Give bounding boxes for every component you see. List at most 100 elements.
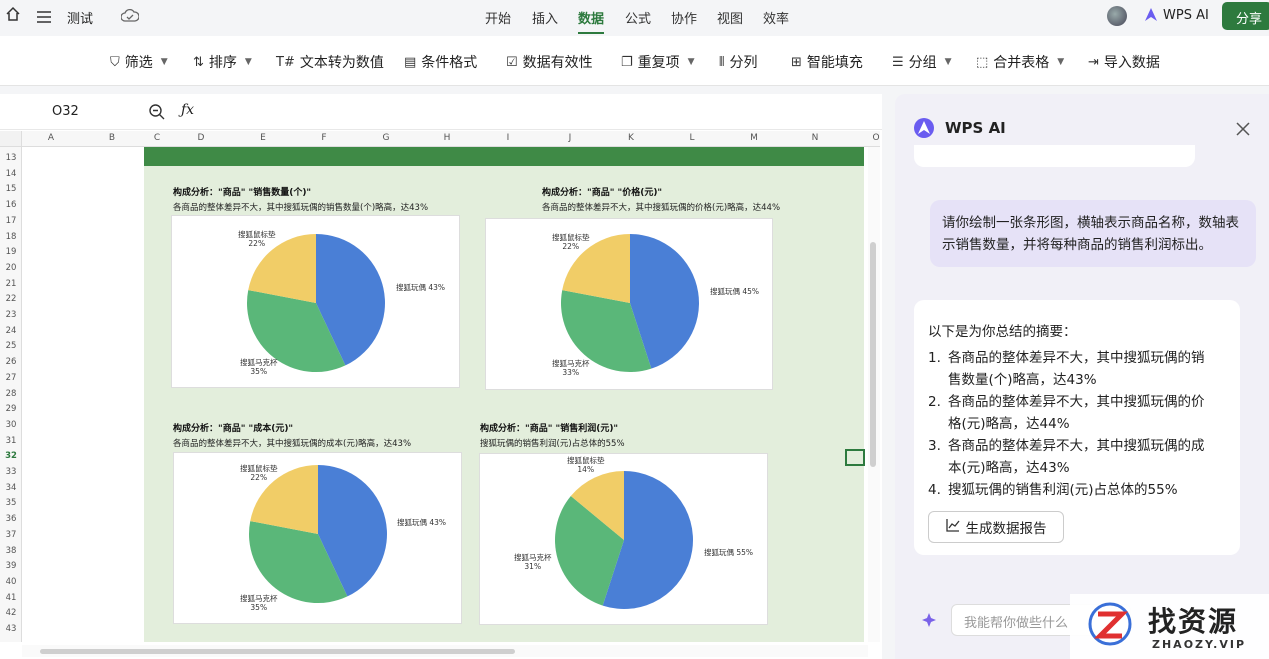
row-header-cell[interactable]: 35	[0, 498, 22, 508]
home-icon[interactable]	[5, 6, 21, 22]
share-button[interactable]: 分享	[1222, 2, 1269, 30]
slice-label-name: 搜狐玩偶 45%	[710, 287, 760, 296]
row-header-cell[interactable]: 30	[0, 420, 22, 430]
slice-label: 搜狐马克杯 33%	[552, 359, 590, 377]
slice-label-name: 搜狐马克杯	[240, 594, 278, 603]
cloud-sync-icon[interactable]	[120, 8, 140, 22]
row-header-cell[interactable]: 18	[0, 232, 22, 242]
column-header-cell[interactable]: K	[625, 133, 637, 143]
row-header-cell[interactable]: 15	[0, 184, 22, 194]
smart-fill-button[interactable]: ⊞ 智能填充	[791, 52, 863, 72]
conditional-format-button[interactable]: ▤ 条件格式	[404, 52, 477, 72]
column-header-cell[interactable]: D	[195, 133, 207, 143]
slice-label-name: 搜狐玩偶 43%	[397, 518, 447, 527]
row-header-cell[interactable]: 39	[0, 561, 22, 571]
summary-item-text: 各商品的整体差异不大，其中搜狐玩偶的销	[948, 350, 1205, 366]
column-header-cell[interactable]: E	[257, 133, 269, 143]
slice-label: 搜狐玩偶 45%	[710, 287, 759, 296]
row-header-cell[interactable]: 14	[0, 169, 22, 179]
column-header-cell[interactable]: A	[45, 133, 57, 143]
column-header-cell[interactable]: O	[870, 133, 882, 143]
horizontal-scrollbar[interactable]	[22, 645, 868, 657]
corner-cell[interactable]	[0, 131, 22, 147]
row-header-cell[interactable]: 33	[0, 467, 22, 477]
summary-item-number: 3.	[928, 438, 941, 454]
column-header-cell[interactable]: G	[380, 133, 392, 143]
menu-tab[interactable]: 开始	[485, 8, 511, 27]
group-button[interactable]: ☰ 分组 ▼	[892, 52, 952, 72]
row-header-cell[interactable]: 24	[0, 326, 22, 336]
row-header-cell[interactable]: 38	[0, 546, 22, 556]
vertical-scrollbar[interactable]	[868, 147, 880, 642]
pie-chart-card[interactable]	[173, 452, 462, 624]
import-data-button[interactable]: ⇥ 导入数据	[1088, 52, 1160, 72]
group-icon: ☰	[892, 54, 904, 70]
chart-subtitle: 搜狐玩偶的销售利润(元)占总体的55%	[480, 439, 625, 449]
column-header-cell[interactable]: N	[809, 133, 821, 143]
menu-icon[interactable]	[37, 8, 51, 23]
row-header-cell[interactable]: 23	[0, 310, 22, 320]
row-header-cell[interactable]: 25	[0, 341, 22, 351]
split-column-button[interactable]: ⫴ 分列	[719, 52, 757, 72]
row-header-cell[interactable]: 19	[0, 247, 22, 257]
column-header-cell[interactable]: B	[106, 133, 118, 143]
menu-tab[interactable]: 协作	[671, 8, 697, 27]
selected-cell[interactable]	[845, 449, 865, 466]
wps-ai-button[interactable]: WPS AI	[1163, 8, 1209, 23]
row-header-cell[interactable]: 22	[0, 294, 22, 304]
doc-title[interactable]: 测试	[67, 8, 93, 27]
menu-tab[interactable]: 视图	[717, 8, 743, 27]
menu-tab[interactable]: 插入	[532, 8, 558, 27]
ai-assistant-icon	[921, 612, 937, 628]
generate-report-button[interactable]: 生成数据报告	[928, 511, 1064, 543]
row-header-cell[interactable]: 17	[0, 216, 22, 226]
slice-label: 搜狐马克杯 31%	[514, 553, 552, 571]
menu-tab[interactable]: 数据	[578, 8, 605, 34]
column-header-cell[interactable]: F	[318, 133, 330, 143]
pie-chart	[249, 465, 387, 603]
pie-chart-card[interactable]	[171, 215, 460, 388]
slice-label-percent: 35%	[250, 367, 268, 376]
menu-tab[interactable]: 公式	[625, 8, 651, 27]
row-header-cell[interactable]: 16	[0, 200, 22, 210]
row-header-cell[interactable]: 40	[0, 577, 22, 587]
summary-item-number: 2.	[928, 394, 941, 410]
column-header-cell[interactable]: L	[686, 133, 698, 143]
row-header-cell[interactable]: 41	[0, 593, 22, 603]
row-header-cell[interactable]: 34	[0, 483, 22, 493]
row-header-cell[interactable]: 26	[0, 357, 22, 367]
row-header-cell[interactable]: 21	[0, 279, 22, 289]
column-header-cell[interactable]: C	[151, 133, 163, 143]
pie-chart-card[interactable]	[479, 453, 768, 625]
slice-label: 搜狐鼠标垫 22%	[238, 230, 276, 248]
row-header-cell[interactable]: 43	[0, 624, 22, 634]
fx-icon[interactable]: ƒx	[181, 102, 194, 118]
text-to-number-button[interactable]: T# 文本转为数值	[276, 52, 384, 72]
duplicates-button[interactable]: ❐ 重复项 ▼	[621, 52, 695, 72]
row-header-cell[interactable]: 42	[0, 608, 22, 618]
column-header-cell[interactable]: J	[564, 133, 576, 143]
pie-chart-card[interactable]	[485, 218, 773, 390]
row-header-cell[interactable]: 13	[0, 153, 22, 163]
sort-button[interactable]: ⇅ 排序 ▼	[193, 52, 252, 72]
row-header-cell[interactable]: 28	[0, 389, 22, 399]
menu-tab[interactable]: 效率	[763, 8, 789, 27]
row-header-cell[interactable]: 27	[0, 373, 22, 383]
row-header-cell[interactable]: 36	[0, 514, 22, 524]
column-header-cell[interactable]: I	[502, 133, 514, 143]
data-validation-button[interactable]: ☑ 数据有效性	[506, 52, 593, 72]
avatar[interactable]	[1107, 6, 1127, 26]
row-header-cell[interactable]: 31	[0, 436, 22, 446]
row-header-cell[interactable]: 20	[0, 263, 22, 273]
merge-tables-button[interactable]: ⬚ 合并表格 ▼	[976, 52, 1064, 72]
row-header-cell[interactable]: 37	[0, 530, 22, 540]
column-header-cell[interactable]: M	[748, 133, 760, 143]
row-header-cell[interactable]: 32	[0, 451, 22, 461]
filter-button[interactable]: ⛉ 筛选 ▼	[110, 52, 168, 72]
close-icon[interactable]	[1236, 121, 1250, 136]
zoom-icon[interactable]	[148, 103, 166, 121]
slice-label: 搜狐玩偶 43%	[396, 283, 445, 292]
column-header-cell[interactable]: H	[441, 133, 453, 143]
cell-reference-box[interactable]: O32	[52, 104, 79, 119]
row-header-cell[interactable]: 29	[0, 404, 22, 414]
